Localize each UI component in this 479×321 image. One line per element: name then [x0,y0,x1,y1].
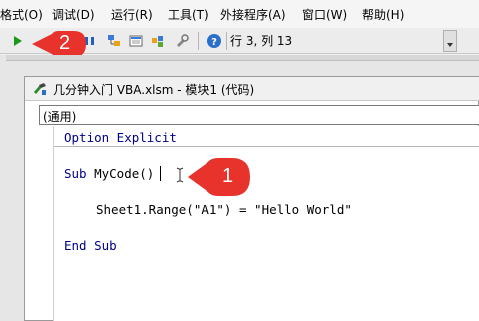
toolbar-separator [226,32,227,50]
code-editor[interactable]: Option Explicit Sub MyCode() Sheet1.Rang… [53,126,479,321]
properties-icon[interactable] [126,31,146,51]
toolbox-icon[interactable] [172,31,192,51]
menu-format[interactable]: 格式(O) [0,6,43,23]
code-line-sub: Sub MyCode() [64,166,154,181]
callout-1: 1 [186,154,254,200]
ibeam-cursor-icon [176,167,184,183]
object-combo[interactable]: (通用) [39,105,479,125]
code-line-option-explicit: Option Explicit [64,130,177,145]
procedure-name: MyCode() [86,166,155,181]
menu-window[interactable]: 窗口(W) [302,6,347,23]
menu-help[interactable]: 帮助(H) [362,6,404,23]
window-frame [6,55,479,61]
code-window-titlebar[interactable]: 几分钟入门 VBA.xlsm - 模块1 (代码) [25,77,479,101]
procedure-separator [54,146,479,147]
code-line-assignment: Sheet1.Range("A1") = "Hello World" [96,202,352,217]
callout-1-number: 1 [222,165,234,187]
run-icon[interactable] [8,31,28,51]
toolbar-separator [198,32,199,50]
object-browser-icon[interactable] [148,31,168,51]
help-icon[interactable]: ? [204,31,224,51]
menu-run[interactable]: 运行(R) [111,6,153,23]
project-explorer-icon[interactable] [104,31,124,51]
svg-text:?: ? [211,37,217,48]
code-line-end-sub: End Sub [64,238,117,253]
cursor-position: 行 3, 列 13 [230,34,293,48]
object-combo-value: (通用) [43,110,77,124]
menu-bar: 格式(O) 调试(D) 运行(R) 工具(T) 外接程序(A) 窗口(W) 帮助… [0,0,479,28]
toolbar-options-dropdown[interactable] [443,30,457,52]
callout-2-number: 2 [59,32,71,54]
code-window-title: 几分钟入门 VBA.xlsm - 模块1 (代码) [53,83,255,97]
menu-debug[interactable]: 调试(D) [52,6,95,23]
menu-addins[interactable]: 外接程序(A) [220,6,286,23]
code-module-icon [32,81,48,97]
menu-tools[interactable]: 工具(T) [168,6,209,23]
keyword-sub: Sub [64,166,87,181]
text-caret [160,166,161,181]
